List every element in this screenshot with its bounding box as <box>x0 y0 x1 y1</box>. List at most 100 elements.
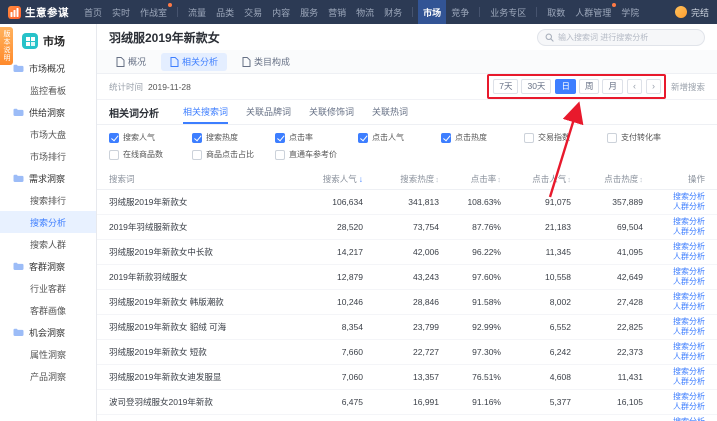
sidebar-item[interactable]: 市场概况 <box>0 57 96 79</box>
action-link[interactable]: 人群分析 <box>657 227 705 237</box>
action-link[interactable]: 搜索分析 <box>657 417 705 421</box>
sidebar-item[interactable]: 产品洞察 <box>0 365 96 387</box>
sidebar-item[interactable]: 机会洞察 <box>0 321 96 343</box>
nav-item[interactable]: 取数 <box>542 0 570 24</box>
granularity-button[interactable]: 日 <box>555 79 576 94</box>
checkbox-icon[interactable] <box>192 150 202 160</box>
nav-item[interactable]: 交易 <box>239 0 267 24</box>
checkbox-icon[interactable] <box>109 150 119 160</box>
sort-icon[interactable]: ↕ <box>639 175 643 184</box>
sidebar-item[interactable]: 需求洞察 <box>0 167 96 189</box>
subtab-item[interactable]: 关联热词 <box>372 100 408 124</box>
next-date-button[interactable]: › <box>646 79 661 94</box>
nav-item[interactable]: 作战室 <box>135 0 172 24</box>
action-link[interactable]: 搜索分析 <box>657 342 705 352</box>
quick-range-button[interactable]: 7天 <box>493 79 518 94</box>
action-link[interactable]: 人群分析 <box>657 302 705 312</box>
action-link[interactable]: 人群分析 <box>657 402 705 412</box>
action-link[interactable]: 搜索分析 <box>657 242 705 252</box>
nav-item[interactable]: 品类 <box>211 0 239 24</box>
sidebar-item[interactable]: 搜索分析 <box>0 211 96 233</box>
sidebar-item[interactable]: 客群画像 <box>0 299 96 321</box>
tab-item[interactable]: 类目构成 <box>233 53 299 71</box>
search-input[interactable] <box>558 33 697 42</box>
action-link[interactable]: 搜索分析 <box>657 217 705 227</box>
action-link[interactable]: 人群分析 <box>657 377 705 387</box>
column-header[interactable]: 点击热度↕ <box>581 169 653 190</box>
sort-icon[interactable]: ↕ <box>435 175 439 184</box>
granularity-button[interactable]: 月 <box>602 79 623 94</box>
subtab-item[interactable]: 关联品牌词 <box>246 100 291 124</box>
sidebar-item[interactable]: 搜索排行 <box>0 189 96 211</box>
checkbox-icon[interactable] <box>607 133 617 143</box>
checkbox-icon[interactable] <box>109 133 119 143</box>
column-header[interactable]: 搜索热度↕ <box>373 169 449 190</box>
sort-icon[interactable]: ↕ <box>567 175 571 184</box>
column-header[interactable]: 搜索词 <box>97 169 297 190</box>
sidebar-item[interactable]: 搜索人群 <box>0 233 96 255</box>
sidebar-item[interactable]: 监控看板 <box>0 79 96 101</box>
column-header[interactable]: 点击人气↕ <box>511 169 581 190</box>
version-tag[interactable]: 版本说明 <box>0 27 13 65</box>
action-link[interactable]: 搜索分析 <box>657 292 705 302</box>
action-link[interactable]: 搜索分析 <box>657 392 705 402</box>
prev-date-button[interactable]: ‹ <box>627 79 642 94</box>
action-link[interactable]: 搜索分析 <box>657 367 705 377</box>
checkbox-icon[interactable] <box>524 133 534 143</box>
nav-item[interactable]: 学院 <box>616 0 644 24</box>
nav-item[interactable]: 服务 <box>295 0 323 24</box>
metric-checkbox[interactable]: 点击率 <box>275 132 358 143</box>
checkbox-icon[interactable] <box>275 150 285 160</box>
sidebar-item[interactable]: 供给洞察 <box>0 101 96 123</box>
action-link[interactable]: 人群分析 <box>657 327 705 337</box>
action-link[interactable]: 人群分析 <box>657 352 705 362</box>
subtab-item[interactable]: 相关搜索词 <box>183 100 228 124</box>
nav-item[interactable]: 内容 <box>267 0 295 24</box>
nav-item[interactable]: 竞争 <box>446 0 474 24</box>
sidebar-module-header[interactable]: 市场 <box>0 31 96 57</box>
action-link[interactable]: 搜索分析 <box>657 267 705 277</box>
sidebar-item[interactable]: 客群洞察 <box>0 255 96 277</box>
quick-range-button[interactable]: 30天 <box>521 79 551 94</box>
metric-checkbox[interactable]: 点击热度 <box>441 132 524 143</box>
nav-item[interactable]: 物流 <box>351 0 379 24</box>
metric-checkbox[interactable]: 交易指数 <box>524 132 607 143</box>
action-link[interactable]: 人群分析 <box>657 277 705 287</box>
metric-checkbox[interactable]: 点击人气 <box>358 132 441 143</box>
sort-desc-icon[interactable]: ↓ <box>359 174 363 184</box>
metric-checkbox[interactable]: 在线商品数 <box>109 149 192 160</box>
nav-item[interactable]: 实时 <box>107 0 135 24</box>
logo[interactable]: 生意参谋 <box>8 5 69 20</box>
sidebar-item[interactable]: 市场排行 <box>0 145 96 167</box>
action-link[interactable]: 搜索分析 <box>657 192 705 202</box>
subtab-item[interactable]: 关联修饰词 <box>309 100 354 124</box>
nav-item[interactable]: 业务专区 <box>485 0 531 24</box>
column-header[interactable]: 操作 <box>653 169 717 190</box>
nav-item[interactable]: 市场 <box>418 0 446 24</box>
sidebar-item[interactable]: 属性洞察 <box>0 343 96 365</box>
metric-checkbox[interactable]: 支付转化率 <box>607 132 690 143</box>
granularity-button[interactable]: 周 <box>579 79 600 94</box>
checkbox-icon[interactable] <box>441 133 451 143</box>
tab-item[interactable]: 概况 <box>107 53 155 71</box>
tab-item[interactable]: 相关分析 <box>161 53 227 71</box>
column-header[interactable]: 搜索人气↓ <box>297 169 373 190</box>
checkbox-icon[interactable] <box>192 133 202 143</box>
checkbox-icon[interactable] <box>275 133 285 143</box>
extra-search-link[interactable]: 新增搜索 <box>671 81 705 93</box>
checkbox-icon[interactable] <box>358 133 368 143</box>
action-link[interactable]: 搜索分析 <box>657 317 705 327</box>
nav-item[interactable]: 流量 <box>183 0 211 24</box>
metric-checkbox[interactable]: 搜索热度 <box>192 132 275 143</box>
nav-item[interactable]: 首页 <box>79 0 107 24</box>
nav-item[interactable]: 人群管理 <box>570 0 616 24</box>
action-link[interactable]: 人群分析 <box>657 202 705 212</box>
sort-icon[interactable]: ↕ <box>497 175 501 184</box>
search-box[interactable] <box>537 29 705 46</box>
metric-checkbox[interactable]: 商品点击占比 <box>192 149 275 160</box>
action-link[interactable]: 人群分析 <box>657 252 705 262</box>
nav-item[interactable]: 财务 <box>379 0 407 24</box>
nav-item[interactable]: 营销 <box>323 0 351 24</box>
metric-checkbox[interactable]: 搜索人气 <box>109 132 192 143</box>
user-account[interactable]: 完结 <box>669 6 709 19</box>
